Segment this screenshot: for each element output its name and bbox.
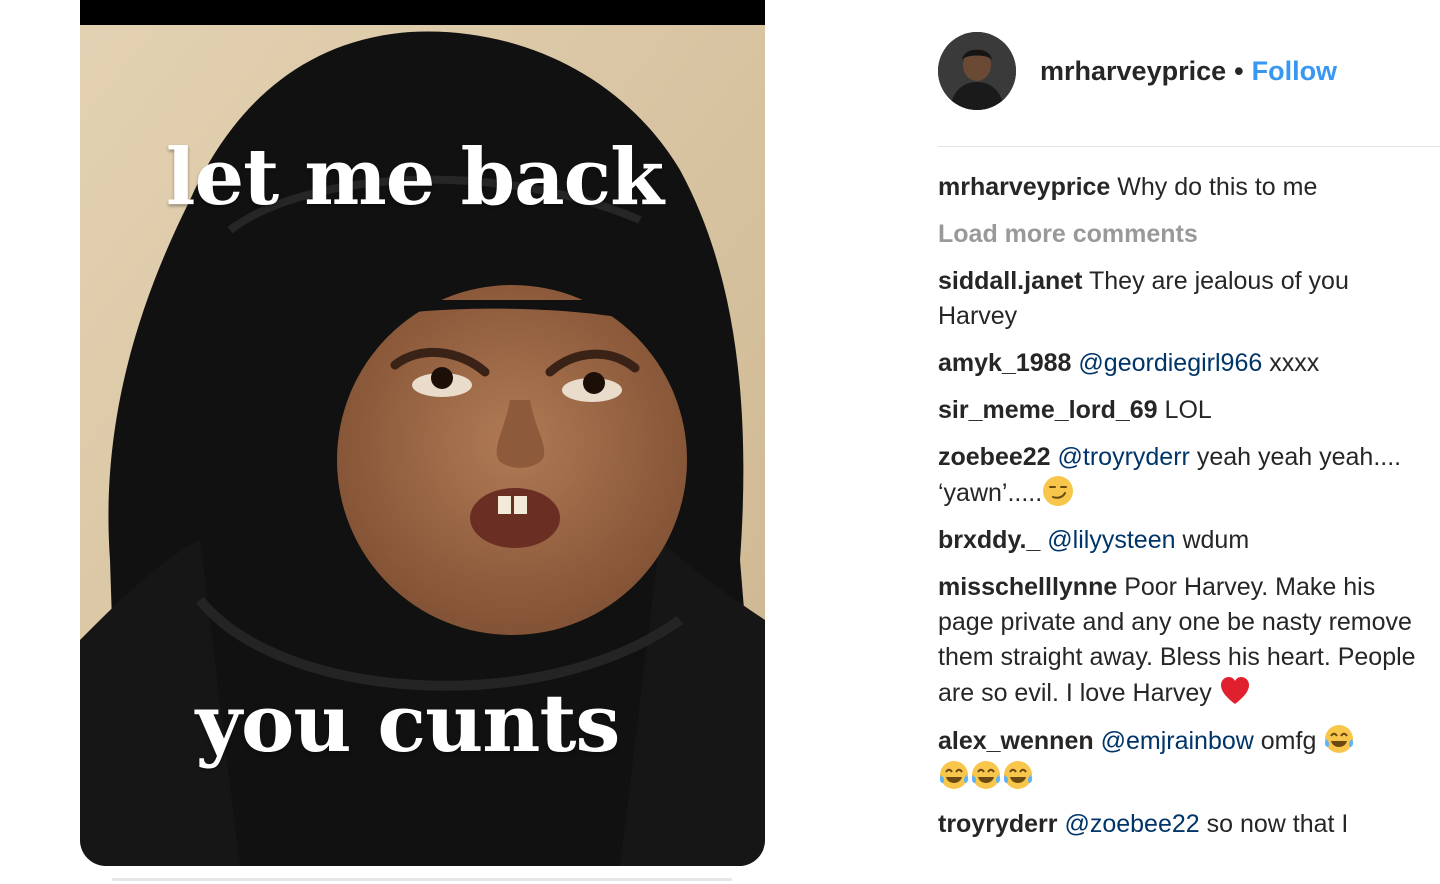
comment-item: amyk_1988 @geordiegirl966 xxxx <box>938 346 1418 381</box>
comment-item: troyryderr @zoebee22 so now that I <box>938 807 1418 842</box>
separator-dot: • <box>1234 56 1244 86</box>
meme-bottom-caption: you cunts <box>195 676 621 770</box>
caption-username[interactable]: mrharveyprice <box>938 173 1110 201</box>
post-image[interactable]: let me back you cunts <box>80 0 765 866</box>
tears-of-joy-emoji <box>1003 761 1033 789</box>
comment-username[interactable]: zoebee22 <box>938 443 1051 471</box>
header-divider <box>938 146 1440 147</box>
comment-username[interactable]: siddall.janet <box>938 267 1082 295</box>
post-header: mrharveyprice • Follow <box>938 32 1440 112</box>
caption-text: Why do this to me <box>1117 173 1318 201</box>
comment-username[interactable]: sir_meme_lord_69 <box>938 396 1158 424</box>
comment-text: xxxx <box>1269 349 1320 377</box>
meme-top-caption: let me back <box>165 132 664 223</box>
header-username[interactable]: mrharveyprice <box>1040 56 1226 86</box>
comment-username[interactable]: alex_wennen <box>938 727 1094 755</box>
avatar[interactable] <box>938 32 1016 110</box>
comment-username[interactable]: misschelllynne <box>938 573 1117 601</box>
comment-mention[interactable]: @emjrainbow <box>1101 727 1254 755</box>
comment-text: so now that I <box>1206 810 1349 838</box>
comment-item: misschelllynne Poor Harvey. Make his pag… <box>938 570 1418 711</box>
load-more-comments-button[interactable]: Load more comments <box>938 217 1418 252</box>
comment-mention[interactable]: @lilyysteen <box>1047 526 1175 554</box>
comments-list: mrharveyprice Why do this to me Load mor… <box>938 170 1418 854</box>
caption: mrharveyprice Why do this to me <box>938 170 1418 205</box>
comment-username[interactable]: troyryderr <box>938 810 1058 838</box>
comment-item: zoebee22 @troyryderr yeah yeah yeah.... … <box>938 440 1418 511</box>
comment-text: omfg <box>1260 727 1317 755</box>
comment-username[interactable]: brxddy._ <box>938 526 1040 554</box>
comment-text: LOL <box>1164 396 1212 424</box>
tears-of-joy-emoji <box>1325 725 1354 753</box>
follow-button[interactable]: Follow <box>1252 56 1337 86</box>
tears-of-joy-emoji <box>939 761 969 789</box>
comment-item: sir_meme_lord_69 LOL <box>938 393 1418 428</box>
comment-item: brxddy._ @lilyysteen wdum <box>938 523 1418 558</box>
comment-mention[interactable]: @geordiegirl966 <box>1078 349 1262 377</box>
comment-mention[interactable]: @zoebee22 <box>1064 810 1199 838</box>
comment-text: wdum <box>1182 526 1250 554</box>
comment-username[interactable]: amyk_1988 <box>938 349 1071 377</box>
comment-item: alex_wennen @emjrainbow omfg <box>938 723 1418 795</box>
smirk-emoji <box>1043 476 1074 506</box>
tears-of-joy-emoji <box>971 761 1001 789</box>
post-bottom-edge <box>112 878 732 881</box>
comment-item: siddall.janet They are jealous of you Ha… <box>938 264 1418 334</box>
red-heart-emoji <box>1220 677 1249 704</box>
comment-mention[interactable]: @troyryderr <box>1058 443 1190 471</box>
image-top-bar <box>80 0 765 25</box>
